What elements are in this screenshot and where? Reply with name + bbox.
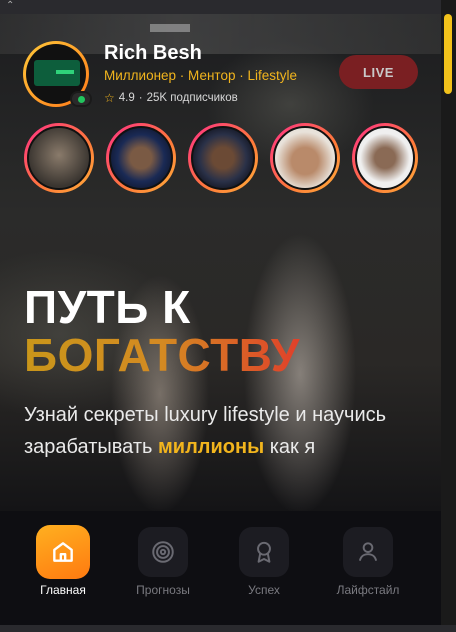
live-button[interactable]: LIVE (339, 55, 418, 89)
story-thumbnail (27, 126, 91, 190)
subtitle-highlight: миллионы (157, 436, 265, 458)
nav-item-home[interactable]: Главная (18, 525, 108, 607)
ceiling-light (150, 24, 190, 32)
bottom-navigation: Главная Прогнозы Успех Лайфстайл (0, 511, 441, 625)
online-status-indicator (70, 91, 92, 107)
stats-separator: · (138, 92, 143, 104)
nav-label: Главная (40, 583, 86, 597)
home-icon (36, 525, 90, 579)
browser-top-strip: ⌃ (0, 0, 456, 14)
story-item[interactable] (188, 123, 258, 193)
star-icon: ☆ (104, 91, 115, 105)
nav-item-forecasts[interactable]: Прогнозы (118, 527, 208, 607)
target-icon (138, 527, 188, 577)
story-item[interactable] (352, 123, 418, 193)
award-icon (239, 527, 289, 577)
nav-item-lifestyle[interactable]: Лайфстайл (323, 527, 413, 607)
arrow-icon: ⌃ (6, 0, 15, 11)
story-item[interactable] (270, 123, 340, 193)
bottom-strip (0, 625, 456, 632)
story-item[interactable] (106, 123, 176, 193)
nav-item-success[interactable]: Успех (219, 527, 309, 607)
story-thumbnail (191, 126, 255, 190)
story-item[interactable] (24, 123, 94, 193)
story-thumbnail (355, 126, 415, 190)
hero-title-line1: ПУТЬ К (24, 281, 191, 333)
subscribers-count: 25K подписчиков (146, 92, 238, 104)
story-thumbnail (109, 126, 173, 190)
rating-value: 4.9 (118, 92, 135, 104)
nav-label: Лайфстайл (336, 583, 400, 597)
profile-tagline: Миллионер · Ментор · Lifestyle (104, 68, 297, 83)
nav-label: Успех (248, 583, 280, 597)
story-thumbnail (273, 126, 337, 190)
scrollbar-thumb[interactable] (444, 14, 452, 94)
profile-name: Rich Besh (104, 42, 202, 64)
avatar-image (34, 60, 80, 86)
hero-subtitle: Узнай секреты luxury lifestyle и научись… (24, 399, 429, 463)
hero-title-line2: БОГАТСТВУ (24, 329, 300, 381)
nav-label: Прогнозы (136, 583, 190, 597)
user-icon (343, 527, 393, 577)
profile-stats: ☆ 4.9 · 25K подписчиков (104, 91, 238, 105)
subtitle-part2: как я (264, 436, 316, 458)
scrollbar[interactable] (441, 0, 456, 625)
